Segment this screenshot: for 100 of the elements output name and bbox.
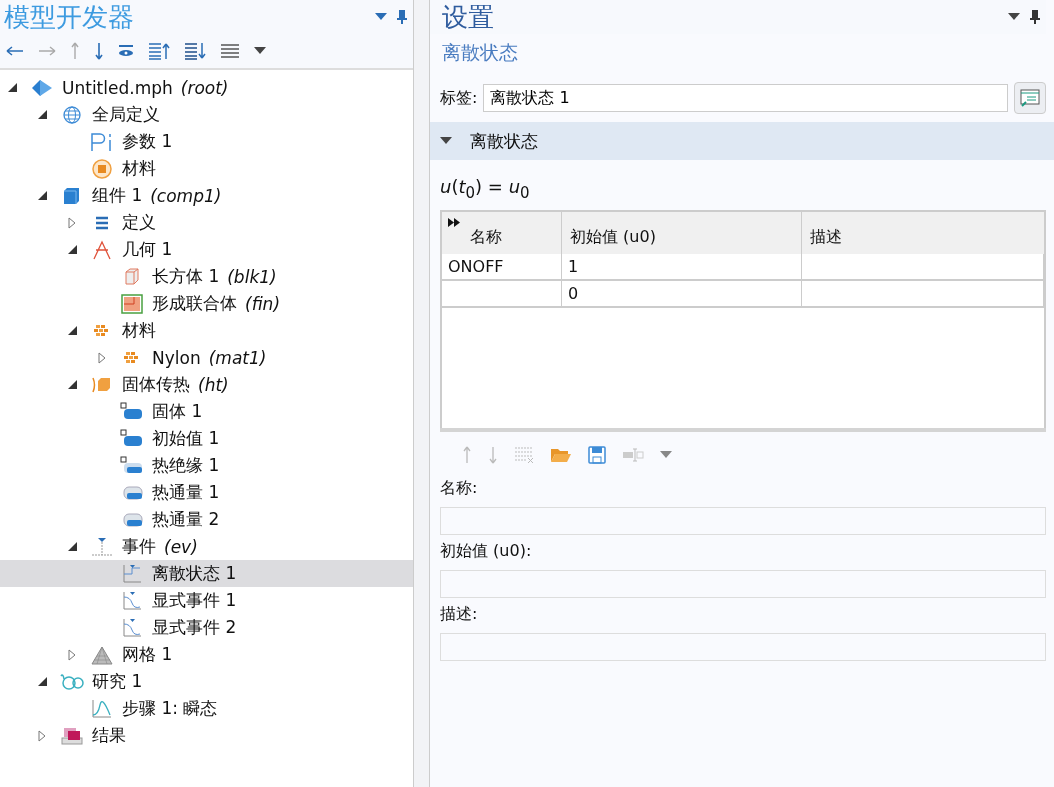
field-label: 初始值 (u0): xyxy=(440,540,533,562)
collapse-icon[interactable] xyxy=(38,191,47,200)
tree-item-tag: (comp1) xyxy=(150,185,222,206)
tree-item-label: 网格 1 xyxy=(122,643,173,666)
event-icon xyxy=(90,536,114,557)
column-header[interactable]: 描述 xyxy=(802,211,1044,254)
tree-item[interactable]: 几何 1 xyxy=(0,236,413,263)
tree-item[interactable]: 离散状态 1 xyxy=(0,560,413,587)
tree-item-label: 参数 1 xyxy=(122,130,173,153)
tree-item[interactable]: 显式事件 2 xyxy=(0,614,413,641)
tree-item[interactable]: 固体传热 (ht) xyxy=(0,371,413,398)
tree-item[interactable]: 长方体 1 (blk1) xyxy=(0,263,413,290)
collapse-icon[interactable] xyxy=(8,83,17,92)
up-arrow-icon[interactable] xyxy=(70,42,80,60)
column-header[interactable]: 名称 xyxy=(442,211,562,254)
domain-icon xyxy=(120,428,144,449)
section-header[interactable]: 离散状态 xyxy=(430,122,1054,160)
tree-item[interactable]: 参数 1 xyxy=(0,128,413,155)
input-field[interactable] xyxy=(440,632,1046,661)
tree-item-label: 初始值 1 xyxy=(152,427,220,450)
event-curve-icon xyxy=(120,617,144,638)
tree-item-label: 显式事件 2 xyxy=(152,616,237,639)
expand-icon[interactable] xyxy=(68,648,76,661)
pin-icon[interactable] xyxy=(1030,10,1040,24)
tree-item-label: 研究 1 xyxy=(92,670,143,693)
tree-item[interactable]: 全局定义 xyxy=(0,101,413,128)
field-label: 标签: xyxy=(440,87,478,109)
back-arrow-icon[interactable] xyxy=(6,46,24,56)
tree-item-label: 热绝缘 1 xyxy=(152,454,220,477)
collapse-icon[interactable] xyxy=(68,542,77,551)
tree-item-tag: (root) xyxy=(180,77,229,98)
table-cell[interactable] xyxy=(802,280,1044,308)
panel-subtitle: 离散状态 xyxy=(441,40,519,65)
eye-icon[interactable] xyxy=(118,45,134,57)
tree-item[interactable]: 材料 xyxy=(0,155,413,182)
material-ring-icon xyxy=(90,158,114,179)
expand-icon[interactable] xyxy=(38,729,46,742)
results-icon xyxy=(60,725,84,746)
tree-item[interactable]: 材料 xyxy=(0,317,413,344)
tree-item-label: Untitled.mph xyxy=(62,77,173,98)
move-up-list-icon[interactable] xyxy=(148,42,170,60)
tree-item-label: 定义 xyxy=(122,211,156,234)
event-step-icon xyxy=(120,563,144,584)
move-down-list-icon[interactable] xyxy=(184,42,206,60)
down-arrow-icon[interactable] xyxy=(94,42,104,60)
table-cell[interactable] xyxy=(442,280,562,308)
table-cell[interactable]: ONOFF xyxy=(442,253,562,281)
tree-item[interactable]: 显式事件 1 xyxy=(0,587,413,614)
collapse-icon[interactable] xyxy=(68,326,77,335)
table-cell[interactable]: 0 xyxy=(562,280,802,308)
tree-item-label: Nylon xyxy=(152,347,201,368)
save-icon[interactable] xyxy=(588,445,606,464)
column-header[interactable]: 初始值 (u0) xyxy=(562,211,802,254)
tree-item-label: 事件 xyxy=(122,535,156,558)
tree-item[interactable]: 热通量 1 xyxy=(0,479,413,506)
field-label: 描述: xyxy=(440,603,479,625)
tree-item[interactable]: 初始值 1 xyxy=(0,425,413,452)
tree-item[interactable]: 事件 (ev) xyxy=(0,533,413,560)
field-label: 名称: xyxy=(440,477,479,499)
tree-item[interactable]: Untitled.mph (root) xyxy=(0,74,413,101)
splitter-handle[interactable] xyxy=(413,0,430,787)
event-curve-icon xyxy=(120,590,144,611)
list-icon[interactable] xyxy=(220,43,240,59)
expand-icon[interactable] xyxy=(68,216,76,229)
tree-item[interactable]: 定义 xyxy=(0,209,413,236)
tree-item[interactable]: 热通量 2 xyxy=(0,506,413,533)
tree-item[interactable]: 研究 1 xyxy=(0,668,413,695)
expand-icon[interactable] xyxy=(98,351,106,364)
input-field[interactable] xyxy=(440,506,1046,535)
study-icon xyxy=(60,671,84,692)
input-field[interactable] xyxy=(440,569,1046,598)
forward-arrow-icon[interactable] xyxy=(38,46,56,56)
collapse-icon[interactable] xyxy=(38,110,47,119)
table-cell[interactable] xyxy=(802,253,1044,281)
tree-item[interactable]: 组件 1 (comp1) xyxy=(0,182,413,209)
panel-title: 设置 xyxy=(442,1,494,33)
tree-item-label: 组件 1 xyxy=(92,184,143,207)
tree-item[interactable]: Nylon (mat1) xyxy=(0,344,413,371)
folder-icon[interactable] xyxy=(550,446,572,463)
tree-item[interactable]: 热绝缘 1 xyxy=(0,452,413,479)
tree-item[interactable]: 固体 1 xyxy=(0,398,413,425)
mesh-icon xyxy=(90,644,114,665)
table-cell[interactable]: 1 xyxy=(562,253,802,281)
tree-item[interactable]: 结果 xyxy=(0,722,413,749)
dropdown-icon[interactable] xyxy=(254,47,266,55)
tree-item-label: 几何 1 xyxy=(122,238,173,261)
tree-item[interactable]: 形成联合体 (fin) xyxy=(0,290,413,317)
collapse-icon[interactable] xyxy=(68,380,77,389)
boundary-d-icon xyxy=(120,455,144,476)
label-field[interactable]: 离散状态 1 xyxy=(483,84,1008,112)
dropdown-icon[interactable] xyxy=(1008,13,1020,21)
fast-forward-icon[interactable] xyxy=(448,217,460,227)
tree-item[interactable]: 步骤 1: 瞬态 xyxy=(0,695,413,722)
tree-item[interactable]: 网格 1 xyxy=(0,641,413,668)
domain-icon xyxy=(120,401,144,422)
comment-button[interactable] xyxy=(1014,82,1046,114)
collapse-icon[interactable] xyxy=(68,245,77,254)
param-icon xyxy=(90,131,114,152)
dropdown-icon[interactable] xyxy=(375,13,387,21)
collapse-icon[interactable] xyxy=(38,677,47,686)
